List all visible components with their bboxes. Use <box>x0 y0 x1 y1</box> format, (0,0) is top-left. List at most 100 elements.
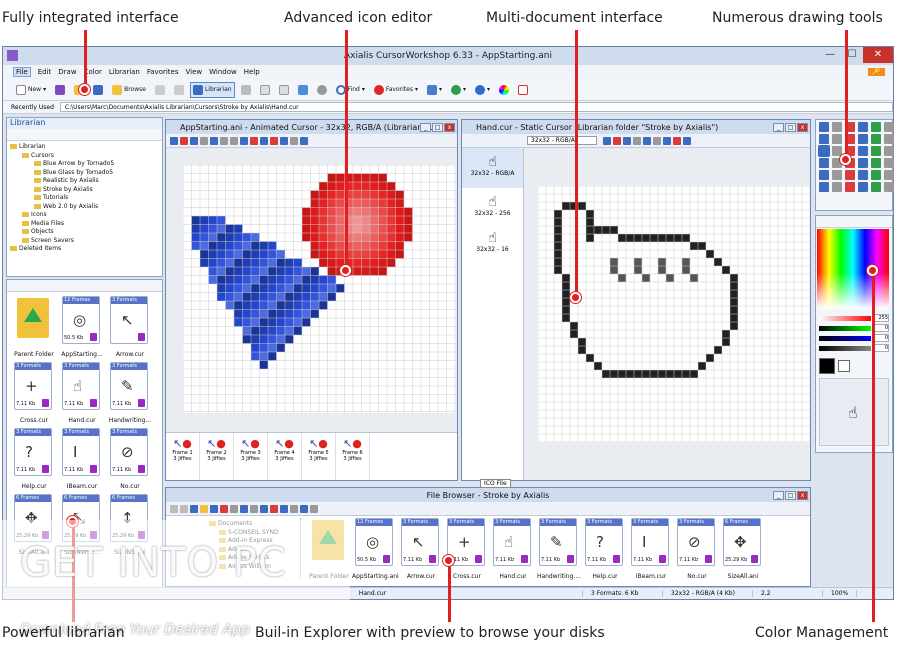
library-item[interactable]: 3 Formats ↖ Arrow.cur <box>107 296 153 358</box>
drawing-tool-icon[interactable] <box>819 170 829 180</box>
animation-frame[interactable]: ↖● Frame 23 Jiffies <box>200 433 234 480</box>
palette-button[interactable] <box>496 82 512 98</box>
menu-help[interactable]: Help <box>244 68 260 76</box>
drawing-tool-icon[interactable] <box>832 170 842 180</box>
menu-file[interactable]: File <box>13 67 31 77</box>
library-item[interactable]: Parent Folder <box>11 296 57 358</box>
drawing-tool-icon[interactable] <box>858 182 868 192</box>
undo-button[interactable] <box>152 82 168 98</box>
drawing-tool-icon[interactable] <box>858 158 868 168</box>
path-field[interactable]: C:\Users\Marc\Documents\Axialis Libraria… <box>59 102 893 112</box>
folder-tree-item[interactable]: Documents <box>209 520 297 529</box>
format-item[interactable]: ☝ 32x32 - 16 <box>462 224 523 260</box>
doc2-maximize[interactable]: □ <box>785 122 796 132</box>
color-slider[interactable]: 255 <box>819 313 889 323</box>
library-item[interactable]: 3 Formats +7.11 Kb Cross.cur <box>11 362 57 424</box>
check-button[interactable] <box>515 82 531 98</box>
drawing-tool-icon[interactable] <box>858 146 868 156</box>
drawing-tool-icon[interactable] <box>871 122 881 132</box>
menu-draw[interactable]: Draw <box>58 68 76 76</box>
drawing-tool-icon[interactable] <box>832 182 842 192</box>
tree-item[interactable]: Objects <box>10 228 159 237</box>
tree-item[interactable]: Screen Savers <box>10 237 159 246</box>
tree-item[interactable]: Blue Glass by Tornado5 <box>10 169 159 178</box>
menu-favorites[interactable]: Favorites <box>147 68 179 76</box>
format-select[interactable]: 32x32 - RGB/A <box>527 136 597 145</box>
browser-maximize[interactable]: □ <box>785 490 796 500</box>
web-button[interactable]: ▾ <box>448 82 469 98</box>
drawing-tool-icon[interactable] <box>818 145 830 157</box>
help-button[interactable]: ▾ <box>472 82 493 98</box>
tree-item[interactable]: Icons <box>10 211 159 220</box>
drawing-tool-icon[interactable] <box>832 146 842 156</box>
drawing-tool-icon[interactable] <box>884 122 894 132</box>
drawing-tool-icon[interactable] <box>884 158 894 168</box>
tree-item[interactable]: Stroke by Axialis <box>10 186 159 195</box>
library-item[interactable]: 3 Formats? 7.11 Kb Help.cur <box>11 428 57 490</box>
tree-item[interactable]: Realistic by Axialis <box>10 177 159 186</box>
save-button[interactable] <box>90 82 106 98</box>
primary-color[interactable] <box>819 358 835 374</box>
open-button[interactable] <box>52 82 68 98</box>
tree-item[interactable]: Web 2.0 by Axialis <box>10 203 159 212</box>
library-item[interactable]: 3 Formats ☝ 7.11 Kb Hand.cur <box>59 362 105 424</box>
library-item[interactable]: 3 Formats? 7.11 Kb Help.cur <box>582 518 628 580</box>
library-item[interactable]: 3 Formats ☝ 7.11 Kb Hand.cur <box>490 518 536 580</box>
doc1-maximize[interactable]: □ <box>432 122 443 132</box>
doc1-close[interactable]: x <box>444 122 455 132</box>
doc2-minimize[interactable]: _ <box>773 122 784 132</box>
drawing-tool-icon[interactable] <box>858 134 868 144</box>
tree-item[interactable]: Media Files <box>10 220 159 229</box>
redo-button[interactable] <box>171 82 187 98</box>
library-item[interactable]: 3 Formats ⊘ 7.11 Kb No.cur <box>674 518 720 580</box>
secondary-color[interactable] <box>838 360 850 372</box>
browse-button[interactable]: Browse <box>109 82 149 98</box>
color-slider[interactable]: 0 <box>819 323 889 333</box>
drawing-tool-icon[interactable] <box>832 134 842 144</box>
animation-frame[interactable]: ↖● Frame 13 Jiffies <box>166 433 200 480</box>
doc2-close[interactable]: x <box>797 122 808 132</box>
paste-button[interactable] <box>276 82 292 98</box>
cut-button[interactable] <box>238 82 254 98</box>
menu-edit[interactable]: Edit <box>38 68 52 76</box>
new-button[interactable]: New ▾ <box>13 82 49 98</box>
format-item[interactable]: ☝ 32x32 - RGB/A <box>462 148 523 188</box>
close-button[interactable]: ✕ <box>863 47 893 63</box>
pixel-canvas-hand[interactable] <box>538 186 810 442</box>
library-item[interactable]: 3 Formats I 7.11 Kb IBeam.cur <box>628 518 674 580</box>
library-item[interactable]: 3 Formats I 7.11 Kb IBeam.cur <box>59 428 105 490</box>
find-button[interactable]: Find ▾ <box>333 82 368 98</box>
animation-frame[interactable]: ↖● Frame 43 Jiffies <box>268 433 302 480</box>
drawing-tool-icon[interactable] <box>884 182 894 192</box>
copy-button[interactable] <box>257 82 273 98</box>
drawing-tool-icon[interactable] <box>858 170 868 180</box>
tree-item[interactable]: Blue Arrow by Tornado5 <box>10 160 159 169</box>
color-slider[interactable]: 0 <box>819 333 889 343</box>
drawing-tool-icon[interactable] <box>845 170 855 180</box>
librarian-toggle[interactable]: Librarian <box>189 81 235 98</box>
drawing-tool-icon[interactable] <box>871 182 881 192</box>
library-item[interactable]: 12 Frames ◎ 50.5 Kb AppStarting... <box>59 296 105 358</box>
library-item[interactable]: 6 Frames ✥ 25.29 Kb SizeAll.ani <box>720 518 766 580</box>
tree-item[interactable]: Deleted Items <box>10 245 159 254</box>
settings-button[interactable] <box>314 82 330 98</box>
drawing-tool-icon[interactable] <box>871 158 881 168</box>
menu-view[interactable]: View <box>186 68 203 76</box>
tree-item[interactable]: Librarian <box>10 143 159 152</box>
library-item[interactable]: 3 Formats ✎ 7.11 Kb Handwriting... <box>107 362 153 424</box>
drawing-tool-icon[interactable] <box>819 158 829 168</box>
monitor-button[interactable]: ▾ <box>424 82 445 98</box>
browser-minimize[interactable]: _ <box>773 490 784 500</box>
animation-frame[interactable]: ↖● Frame 63 Jiffies <box>336 433 370 480</box>
drawing-tool-icon[interactable] <box>884 170 894 180</box>
library-item[interactable]: Parent Folder <box>306 518 352 580</box>
menu-window[interactable]: Window <box>209 68 237 76</box>
animation-frame[interactable]: ↖● Frame 33 Jiffies <box>234 433 268 480</box>
drawing-tool-icon[interactable] <box>845 182 855 192</box>
properties-button[interactable] <box>295 82 311 98</box>
browser-close[interactable]: x <box>797 490 808 500</box>
drawing-tool-icon[interactable] <box>858 122 868 132</box>
drawing-tool-icon[interactable] <box>819 134 829 144</box>
minimize-button[interactable]: — <box>819 47 841 63</box>
color-slider[interactable]: 0 <box>819 343 889 353</box>
